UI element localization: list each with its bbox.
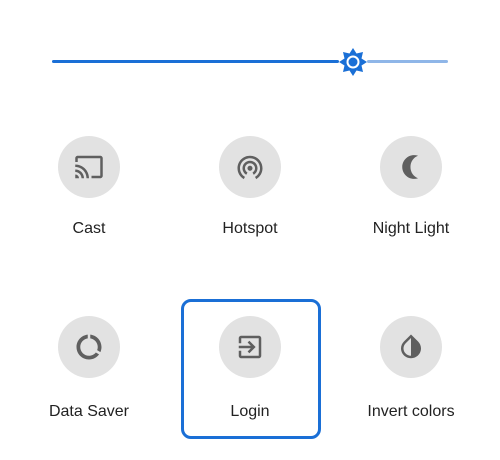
tile-cast-button[interactable] [58, 136, 120, 198]
night-light-moon-icon [402, 155, 419, 179]
brightness-track-active [52, 60, 339, 63]
cast-icon [75, 155, 103, 179]
brightness-sun-icon [339, 48, 367, 76]
tile-night-light-label: Night Light [372, 220, 450, 237]
tile-login[interactable]: Login [180, 300, 320, 440]
brightness-track-inactive [367, 60, 448, 63]
quick-settings-panel: Cast Hotspot Night Light Data Saver Logi… [0, 0, 500, 460]
login-icon [238, 335, 262, 359]
tile-cast[interactable]: Cast [19, 126, 159, 266]
tile-hotspot[interactable]: Hotspot [180, 126, 320, 266]
tile-data-saver-label: Data Saver [48, 403, 130, 420]
data-saver-icon [76, 334, 102, 360]
tile-data-saver-button[interactable] [58, 316, 120, 378]
tile-night-light-button[interactable] [380, 136, 442, 198]
tile-invert-colors[interactable]: Invert colors [341, 300, 481, 440]
invert-colors-icon [401, 334, 421, 359]
brightness-thumb[interactable] [338, 47, 368, 77]
brightness-slider[interactable] [52, 48, 448, 76]
tile-night-light[interactable]: Night Light [341, 126, 481, 266]
tile-invert-colors-label: Invert colors [367, 403, 455, 420]
tile-hotspot-label: Hotspot [222, 220, 278, 237]
tile-hotspot-button[interactable] [219, 136, 281, 198]
tile-login-label: Login [230, 403, 270, 420]
tile-invert-colors-button[interactable] [380, 316, 442, 378]
tile-data-saver[interactable]: Data Saver [19, 300, 159, 440]
tile-cast-label: Cast [72, 220, 106, 237]
tile-login-button[interactable] [219, 316, 281, 378]
hotspot-icon [237, 155, 263, 180]
